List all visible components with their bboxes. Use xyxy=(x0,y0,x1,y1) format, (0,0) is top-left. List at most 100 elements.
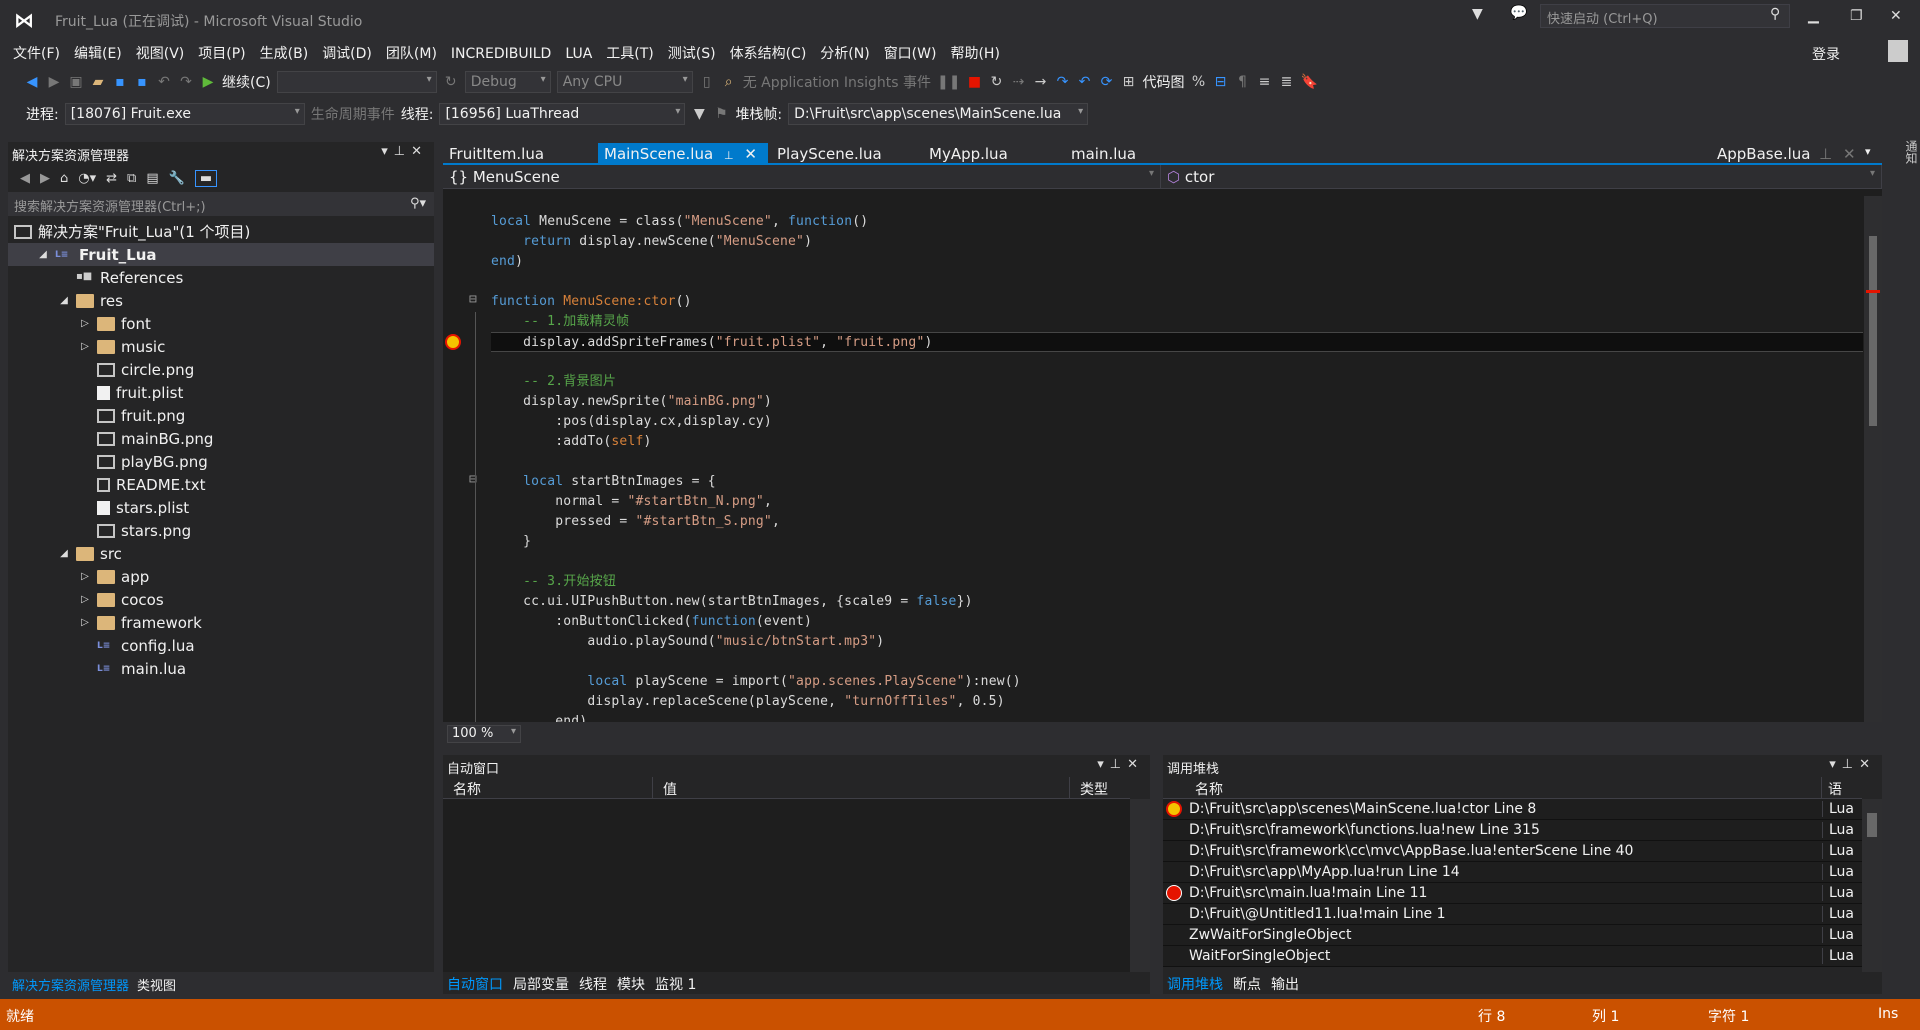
tab-autos[interactable]: 自动窗口 xyxy=(447,974,503,993)
tab-appbase[interactable]: AppBase.lua xyxy=(1711,143,1816,165)
tree-item[interactable]: ▷ font xyxy=(8,312,434,335)
tree-item[interactable]: ◢ src xyxy=(8,542,434,565)
tab-myapp[interactable]: MyApp.lua xyxy=(923,143,1014,165)
continue-icon[interactable]: ▶ xyxy=(200,74,216,90)
column-name[interactable]: 名称 xyxy=(1185,777,1822,798)
menu-item[interactable]: 测试(S) xyxy=(661,40,723,66)
tab-watch-1[interactable]: 监视 1 xyxy=(655,974,696,993)
expanded-arrow-icon[interactable]: ◢ xyxy=(56,295,72,306)
tab-output[interactable]: 输出 xyxy=(1271,974,1299,993)
tab-solution-explorer[interactable]: 解决方案资源管理器 xyxy=(12,975,129,994)
tree-item[interactable]: ▷ framework xyxy=(8,611,434,634)
refresh-icon[interactable]: ↻ xyxy=(443,74,459,90)
notifications-tab[interactable]: 通知 xyxy=(1886,130,1920,994)
column-language[interactable]: 语言 xyxy=(1822,777,1862,818)
find-in-files-icon[interactable]: ⌕ xyxy=(721,74,737,90)
column-value[interactable]: 值 xyxy=(653,777,1070,798)
close-panel-icon[interactable]: ✕ xyxy=(1859,757,1876,772)
tab-modules[interactable]: 模块 xyxy=(617,974,645,993)
collapsed-arrow-icon[interactable]: ▷ xyxy=(77,318,93,329)
flag-icon[interactable]: ⚑ xyxy=(713,106,729,122)
menu-item[interactable]: 调试(D) xyxy=(315,40,379,66)
tree-item[interactable]: ◢ res xyxy=(8,289,434,312)
tree-item[interactable]: ▪■ References xyxy=(8,266,434,289)
tree-item[interactable]: L≡ main.lua xyxy=(8,657,434,680)
tree-item[interactable]: stars.plist xyxy=(8,496,434,519)
tab-threads[interactable]: 线程 xyxy=(579,974,607,993)
code-map-icon[interactable]: ⊞ xyxy=(1120,74,1136,90)
pin-tab-icon[interactable]: ⊥ xyxy=(724,149,734,162)
filter-icon[interactable]: ▼ xyxy=(1472,6,1483,22)
menu-item[interactable]: 视图(V) xyxy=(129,40,192,66)
tab-class-view[interactable]: 类视图 xyxy=(137,975,176,994)
show-next-statement-icon[interactable]: ⇢ xyxy=(1010,74,1026,90)
call-stack-row[interactable]: D:\Fruit\src\app\scenes\MainScene.lua!ct… xyxy=(1163,799,1862,820)
tab-fruititem[interactable]: FruitItem.lua xyxy=(443,143,550,165)
scroll-thumb[interactable] xyxy=(1867,813,1877,837)
menu-item[interactable]: INCREDIBUILD xyxy=(444,43,558,65)
save-icon[interactable]: ▪ xyxy=(112,74,128,90)
call-stack-scrollbar[interactable] xyxy=(1862,799,1882,972)
tree-item[interactable]: playBG.png xyxy=(8,450,434,473)
menu-item[interactable]: 帮助(H) xyxy=(943,40,1006,66)
step-over-icon[interactable]: ↷ xyxy=(1054,74,1070,90)
application-insights-dropdown[interactable]: 无 Application Insights 事件 xyxy=(743,72,931,92)
tree-item[interactable]: 解决方案"Fruit_Lua"(1 个项目) xyxy=(8,220,434,243)
hot-reload-icon[interactable]: ⟳ xyxy=(1098,74,1114,90)
call-stack-row[interactable]: ZwWaitForSingleObject Lua xyxy=(1163,925,1862,946)
pin-icon[interactable]: ⊥ xyxy=(1110,757,1127,772)
close-window-button[interactable]: ✕ xyxy=(1890,8,1902,24)
tab-breakpoints[interactable]: 断点 xyxy=(1233,974,1261,993)
search-icon[interactable]: ⚲ xyxy=(1770,6,1780,22)
sync-icon[interactable]: ⇄ xyxy=(106,171,117,186)
search-icon[interactable]: ⚲▾ xyxy=(410,196,426,211)
menu-item[interactable]: 分析(N) xyxy=(813,40,876,66)
collapsed-arrow-icon[interactable]: ▷ xyxy=(77,341,93,352)
forward-icon[interactable]: ▶ xyxy=(46,74,62,90)
back-icon[interactable]: ◀ xyxy=(24,74,40,90)
menu-item[interactable]: 编辑(E) xyxy=(67,40,129,66)
collapse-region-icon[interactable]: ⊟ xyxy=(469,292,477,307)
tree-item[interactable]: ▷ music xyxy=(8,335,434,358)
panel-menu-icon[interactable]: ▾ xyxy=(381,144,394,159)
comment-icon[interactable]: ≡ xyxy=(1256,74,1272,90)
autos-scrollbar[interactable] xyxy=(1130,799,1150,972)
expanded-arrow-icon[interactable]: ◢ xyxy=(35,249,51,260)
stack-frame-dropdown[interactable]: D:\Fruit\src\app\scenes\MainScene.lua ▾ xyxy=(788,102,1089,125)
tree-item[interactable]: stars.png xyxy=(8,519,434,542)
scope-dropdown[interactable]: {} MenuScene ▾ xyxy=(443,165,1161,188)
tab-main[interactable]: main.lua xyxy=(1065,143,1142,165)
step-out-icon[interactable]: ↶ xyxy=(1076,74,1092,90)
lifecycle-events-dropdown[interactable]: 生命周期事件 xyxy=(311,104,395,124)
menu-item[interactable]: 团队(M) xyxy=(379,40,444,66)
code-map-button[interactable]: 代码图 xyxy=(1142,72,1184,92)
attach-target-dropdown[interactable]: ▾ xyxy=(276,71,437,93)
tree-item[interactable]: ▷ cocos xyxy=(8,588,434,611)
hex-icon[interactable]: % xyxy=(1190,74,1206,90)
close-tab-icon[interactable]: ✕ xyxy=(1843,145,1856,163)
step-into-icon[interactable]: → xyxy=(1032,74,1048,90)
call-stack-row[interactable]: D:\Fruit\@Untitled11.lua!main Line 1 Lua xyxy=(1163,904,1862,925)
tab-locals[interactable]: 局部变量 xyxy=(513,974,569,993)
configuration-dropdown[interactable]: Debug ▾ xyxy=(464,71,551,93)
close-panel-icon[interactable]: ✕ xyxy=(411,144,428,159)
tree-item[interactable]: fruit.png xyxy=(8,404,434,427)
code-area[interactable]: local MenuScene = class("MenuScene", fun… xyxy=(443,196,1863,722)
call-stack-row[interactable]: D:\Fruit\src\app\MyApp.lua!run Line 14 Lu… xyxy=(1163,862,1862,883)
restore-button[interactable]: ❐ xyxy=(1850,8,1863,24)
pause-icon[interactable]: ❚❚ xyxy=(937,74,960,90)
properties-icon[interactable]: 🔧 xyxy=(169,171,185,186)
tree-item[interactable]: README.txt xyxy=(8,473,434,496)
save-all-icon[interactable]: ▪ xyxy=(134,74,150,90)
forward-icon[interactable]: ▶ xyxy=(40,171,50,186)
account-avatar-icon[interactable] xyxy=(1888,40,1908,62)
open-file-icon[interactable]: ▰ xyxy=(90,74,106,90)
tree-item[interactable]: circle.png xyxy=(8,358,434,381)
menu-item[interactable]: 体系结构(C) xyxy=(723,40,814,66)
collapsed-arrow-icon[interactable]: ▷ xyxy=(77,571,93,582)
menu-item[interactable]: 窗口(W) xyxy=(877,40,944,66)
thread-dropdown[interactable]: [16956] LuaThread ▾ xyxy=(439,102,686,125)
menu-item[interactable]: 项目(P) xyxy=(191,40,252,66)
panel-menu-icon[interactable]: ▾ xyxy=(1097,757,1110,772)
menu-item[interactable]: 生成(B) xyxy=(253,40,316,66)
